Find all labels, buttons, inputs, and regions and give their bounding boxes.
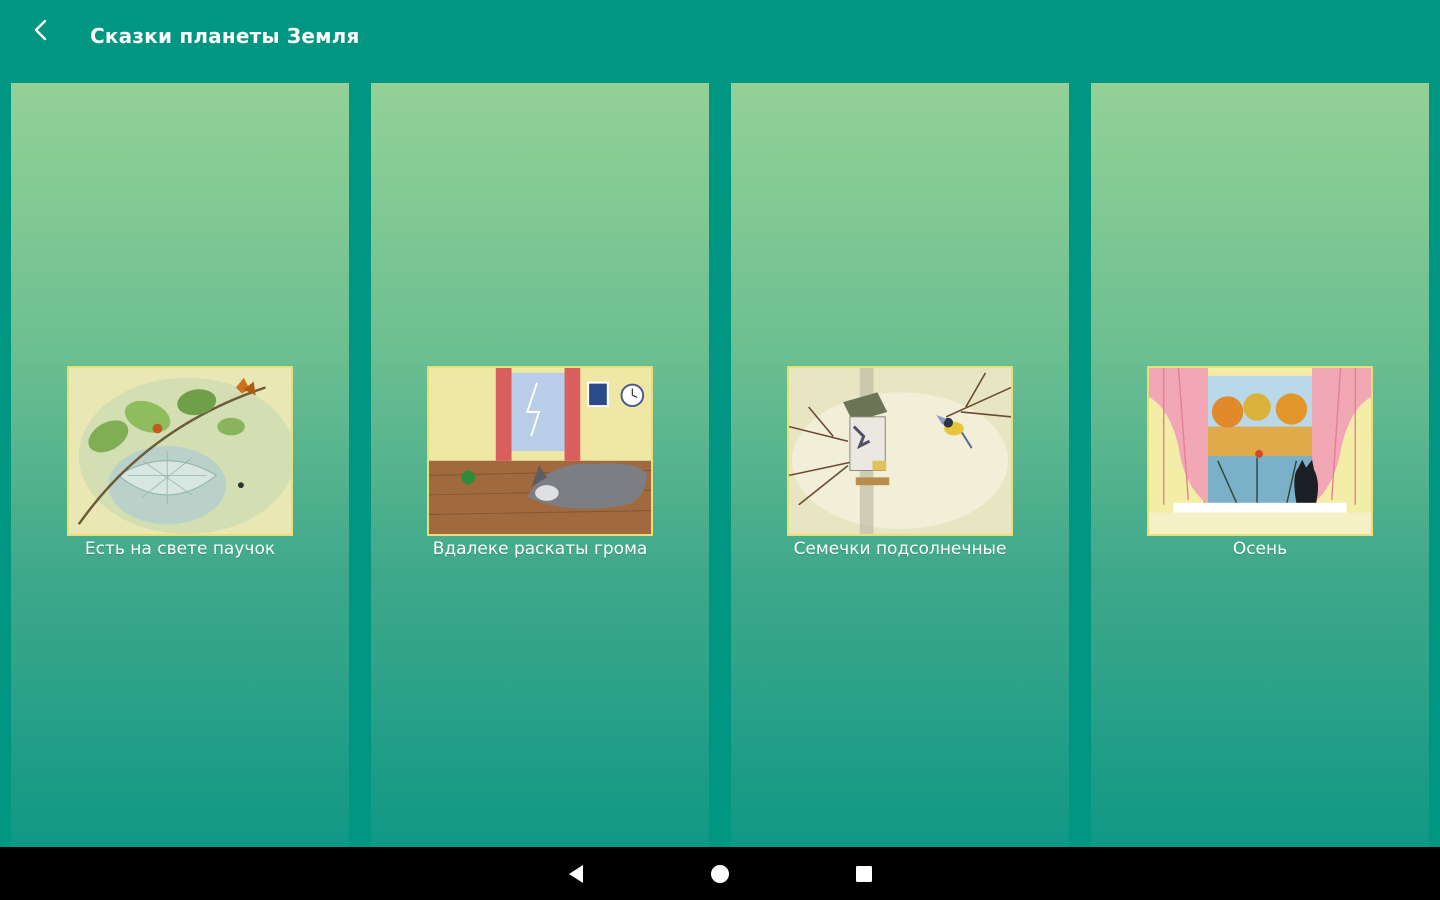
story-title: Вдалеке раскаты грома (432, 539, 648, 559)
app-bar: Сказки планеты Земля (0, 0, 1440, 82)
story-thumbnail (427, 366, 653, 536)
chevron-left-icon (34, 19, 47, 41)
nav-home-button[interactable] (699, 853, 741, 895)
dog-by-window-painting (429, 368, 651, 534)
square-recents-icon (856, 866, 872, 882)
story-thumbnail (67, 366, 293, 536)
nav-recents-button[interactable] (843, 853, 885, 895)
story-card-autumn[interactable]: Осень (1091, 83, 1429, 847)
triangle-back-icon (569, 865, 583, 883)
circle-home-icon (711, 865, 729, 883)
system-nav-bar (0, 847, 1440, 900)
story-thumbnail (787, 366, 1013, 536)
story-title: Есть на свете паучок (84, 539, 276, 559)
bird-feeder-painting (789, 368, 1011, 534)
autumn-window-painting (1149, 368, 1371, 534)
story-card-thunder[interactable]: Вдалеке раскаты грома (371, 83, 709, 847)
nav-back-button[interactable] (555, 853, 597, 895)
story-thumbnail (1147, 366, 1373, 536)
story-title: Осень (1232, 539, 1288, 559)
spider-web-painting (69, 368, 291, 534)
story-list: Есть на свете паучок Вдалеке раскаты гро… (0, 83, 1440, 847)
story-card-seeds[interactable]: Семечки подсолнечные (731, 83, 1069, 847)
back-button[interactable] (20, 8, 64, 52)
page-title: Сказки планеты Земля (90, 24, 360, 48)
story-title: Семечки подсолнечные (793, 539, 1007, 559)
story-card-spider[interactable]: Есть на свете паучок (11, 83, 349, 847)
